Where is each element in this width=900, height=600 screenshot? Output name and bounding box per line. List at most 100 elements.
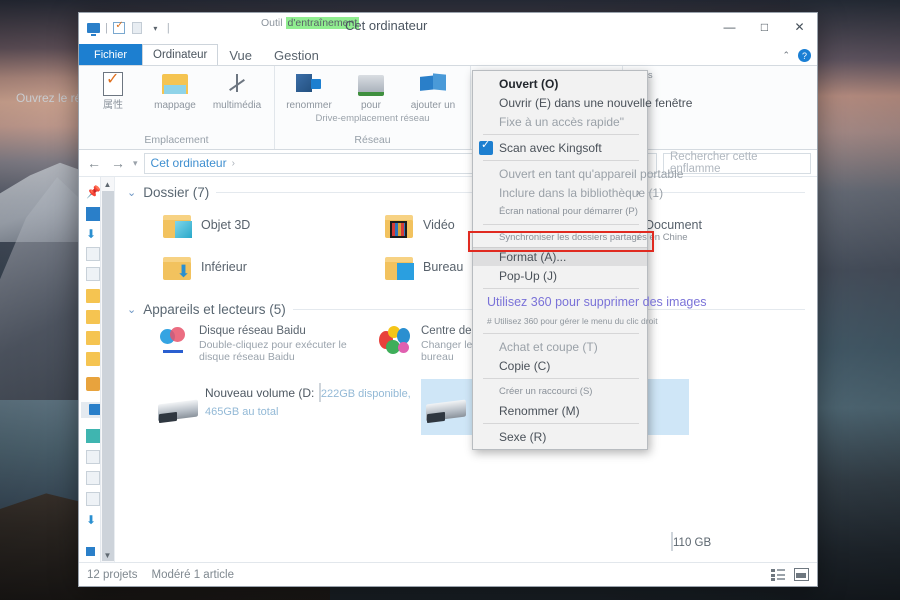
minimize-button[interactable]: — — [712, 13, 747, 41]
quick-access-pin-icon[interactable]: 📌 — [86, 185, 100, 199]
scroll-down-icon[interactable]: ▼ — [101, 548, 114, 562]
ribbon-group-title: Emplacement — [79, 134, 274, 146]
folder-downloads-icon: ⬇ — [163, 255, 193, 280]
menu-item[interactable]: Synchroniser les dossiers partagés en Ch… — [473, 228, 647, 247]
baidu-netdisk-icon — [157, 325, 191, 355]
help-icon[interactable]: ? — [798, 49, 811, 62]
nav-folder-icon-1[interactable] — [86, 289, 100, 303]
address-bar: ← → ▾ Cet ordinateur › ⌄ Rechercher cett… — [79, 150, 817, 176]
nav-onedrive-icon[interactable] — [86, 377, 100, 391]
quick-access-toolbar: | ▾ | — [79, 21, 171, 36]
details-view-icon[interactable] — [771, 568, 786, 581]
collapse-ribbon-icon[interactable]: ⌃ — [782, 50, 790, 61]
menu-separator — [483, 378, 639, 379]
list-item[interactable]: Nouveau volume (D: 222GB disponible, 465… — [153, 379, 421, 435]
list-item-label: Inférieur — [201, 260, 247, 274]
new-folder-icon[interactable] — [130, 21, 145, 36]
qat-divider-2: | — [166, 22, 171, 34]
menu-item-label: Sexe (R) — [499, 430, 546, 444]
nav-downloads-icon[interactable]: ⬇ — [86, 227, 100, 241]
menu-separator — [483, 160, 639, 161]
tab-vue[interactable]: Vue — [218, 44, 263, 65]
menu-item[interactable]: Créer un raccourci (S) — [473, 382, 647, 401]
menu-item-label: Ouvrir (E) dans une nouvelle fenêtre — [499, 96, 692, 110]
menu-item[interactable]: Format (A)... — [473, 247, 647, 266]
ribbon-item-pour[interactable]: pour — [343, 70, 399, 111]
menu-item[interactable]: Renommer (M) — [473, 401, 647, 420]
server-icon — [294, 70, 324, 98]
ribbon-item-label: multimédia — [213, 100, 261, 111]
window-title: Cet ordinateur — [345, 18, 427, 33]
drive-name: Nouveau volume (D: — [205, 386, 314, 400]
section-header-folders[interactable]: ⌄ Dossier (7) — [127, 185, 805, 200]
drive-capacity-label: 110 GB — [673, 537, 711, 549]
list-item[interactable]: Disque réseau Baidu Double-cliquez pour … — [127, 321, 349, 377]
menu-item[interactable]: Copie (C) — [473, 356, 647, 375]
tab-fichier[interactable]: Fichier — [79, 44, 142, 65]
ribbon-item-label: renommer — [286, 100, 332, 111]
nav-folder-icon-2[interactable] — [86, 310, 100, 324]
this-pc-icon[interactable] — [86, 21, 101, 36]
folder-tile-grid: Objet 3D Vidéo Document ⬇ — [127, 204, 805, 288]
drive-row: Nouveau volume (D: 222GB disponible, 465… — [127, 379, 805, 435]
close-button[interactable]: ✕ — [782, 13, 817, 41]
nav-drive-c-icon[interactable] — [86, 547, 95, 556]
folder-video-icon — [385, 213, 415, 238]
forward-button[interactable]: → — [109, 155, 127, 171]
menu-item[interactable]: Ouvrir (E) dans une nouvelle fenêtre — [473, 93, 647, 112]
menu-item[interactable]: # Utilisez 360 pour gérer le menu du cli… — [473, 311, 647, 330]
maximize-button[interactable]: □ — [747, 13, 782, 41]
ribbon-item-label: mappage — [154, 100, 196, 111]
menu-item[interactable]: Inclure dans la bibliothèque (1)› — [473, 183, 647, 202]
extra-drive-usage[interactable]: 110 GB — [671, 533, 791, 551]
back-button[interactable]: ← — [85, 155, 103, 171]
ribbon-item-ajouter[interactable]: ajouter un — [405, 70, 461, 111]
section-title: Appareils et lecteurs (5) — [143, 302, 286, 317]
menu-item[interactable]: Sexe (R) — [473, 427, 647, 446]
nav-folder-icon-3[interactable] — [86, 331, 100, 345]
nav-folder-icon-4[interactable] — [86, 352, 100, 366]
menu-item[interactable]: Ouvert en tant qu'appareil portable — [473, 164, 647, 183]
list-item[interactable]: ⬇ Inférieur — [127, 246, 349, 288]
nav-documents-icon[interactable] — [86, 247, 100, 261]
nav-documents-icon-2[interactable] — [86, 471, 100, 485]
navigation-scrollbar[interactable]: ▲ ▼ — [100, 177, 114, 562]
nav-3d-objects-icon[interactable] — [86, 429, 100, 443]
menu-item[interactable]: Pop-Up (J) — [473, 266, 647, 285]
recent-locations-icon[interactable]: ▾ — [133, 158, 138, 169]
nav-downloads-icon-2[interactable]: ⬇ — [86, 513, 100, 527]
search-input[interactable]: Rechercher cette enflamme — [663, 153, 811, 174]
menu-item[interactable]: Écran national pour démarrer (P) — [473, 202, 647, 221]
ribbon-item-mappage[interactable]: mappage — [147, 70, 203, 111]
list-item-label: Objet 3D — [201, 218, 250, 232]
status-selection: Modéré 1 article — [152, 569, 234, 581]
large-icons-view-icon[interactable] — [794, 568, 809, 581]
context-menu: Ouvert (O) Ouvrir (E) dans une nouvelle f… — [472, 70, 648, 450]
properties-check-icon[interactable] — [112, 21, 127, 36]
chevron-down-icon[interactable]: ⌄ — [127, 303, 136, 316]
nav-videos-icon[interactable] — [86, 450, 100, 464]
nav-music-icon[interactable] — [86, 492, 100, 506]
qat-dropdown-icon[interactable]: ▾ — [148, 21, 163, 36]
list-item[interactable]: Objet 3D — [127, 204, 349, 246]
menu-item-label: Utilisez 360 pour supprimer des images — [487, 295, 707, 309]
ribbon-item-renommer[interactable]: renommer — [281, 70, 337, 111]
chevron-down-icon[interactable]: ⌄ — [127, 186, 136, 199]
menu-item[interactable]: Ouvert (O) — [473, 74, 647, 93]
menu-item[interactable]: Scan avec Kingsoft — [473, 138, 647, 157]
chevron-right-icon: › — [636, 232, 640, 244]
breadcrumb-this-pc[interactable]: Cet ordinateur — [151, 156, 227, 170]
nav-pictures-icon[interactable] — [86, 267, 100, 281]
menu-item[interactable]: Utilisez 360 pour supprimer des images — [473, 292, 647, 311]
menu-item-label: Ouvert (O) — [499, 77, 558, 91]
nav-desktop-icon[interactable] — [86, 207, 100, 221]
menu-item[interactable]: Achat et coupe (T) — [473, 337, 647, 356]
scroll-up-icon[interactable]: ▲ — [101, 177, 114, 191]
scrollbar-thumb[interactable] — [102, 191, 114, 561]
menu-item[interactable]: Fixe à un accès rapide" — [473, 112, 647, 131]
ribbon-item-multimedia[interactable]: multimédia — [209, 70, 265, 111]
tab-ordinateur[interactable]: Ordinateur — [142, 44, 218, 65]
ribbon-item-proprietes[interactable]: 属性 — [85, 70, 141, 111]
tab-gestion[interactable]: Gestion — [263, 44, 330, 65]
menu-item-label: Copie (C) — [499, 359, 550, 373]
